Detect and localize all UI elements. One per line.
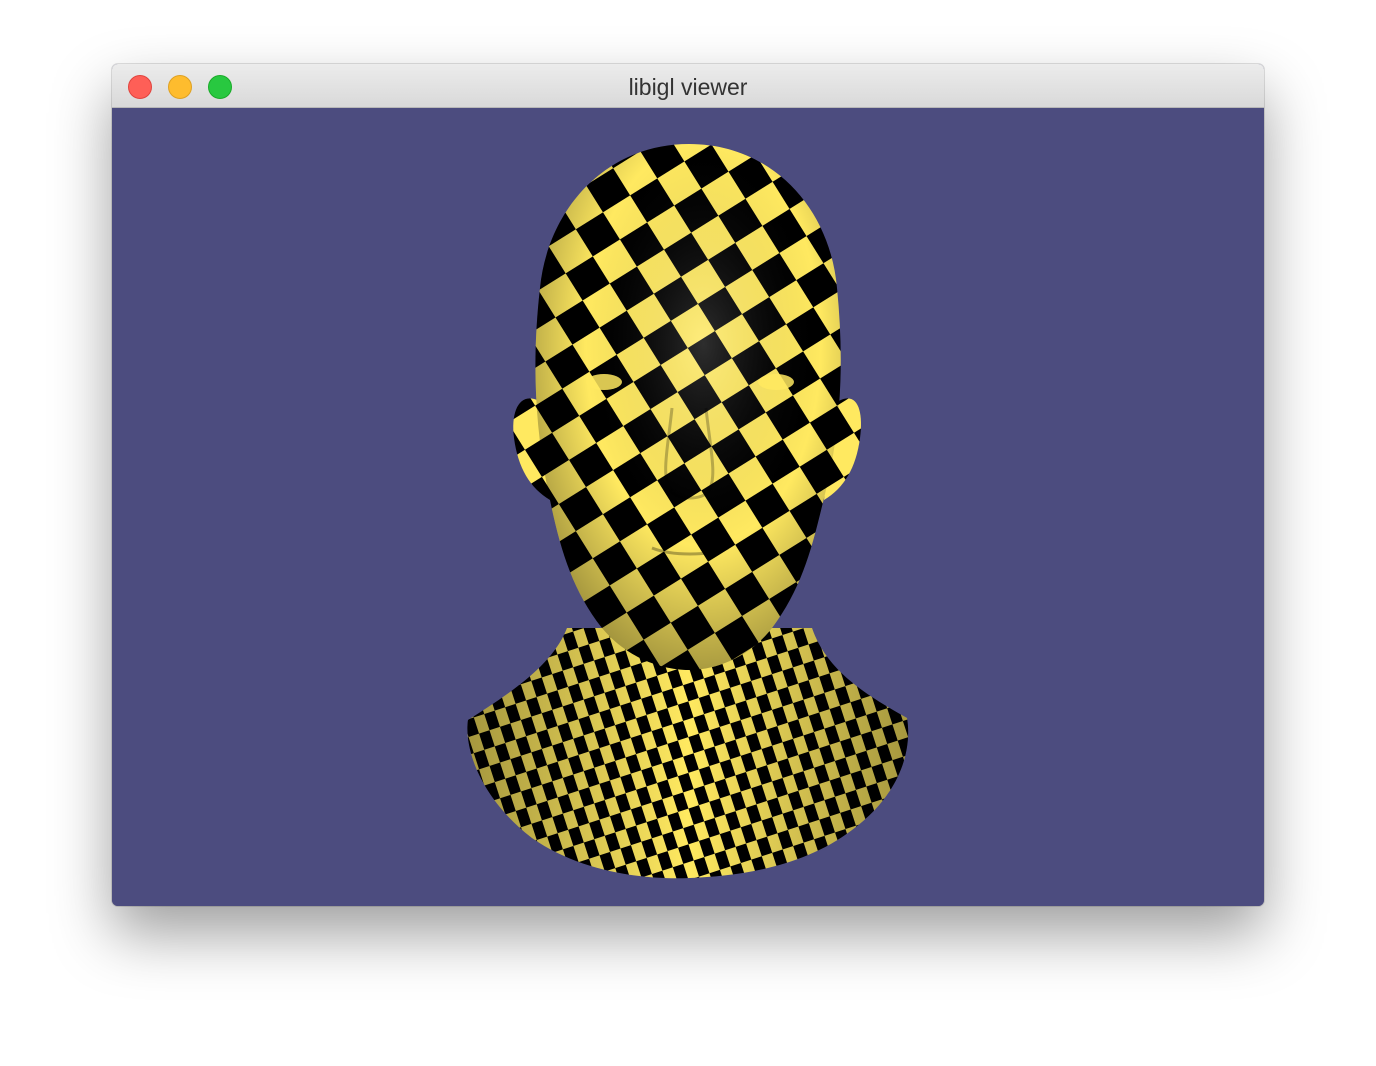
mesh-canvas[interactable] xyxy=(112,108,1264,906)
mesh-head-shading xyxy=(535,144,841,670)
title-bar[interactable]: libigl viewer xyxy=(112,64,1264,108)
viewer-window: libigl viewer xyxy=(112,64,1264,906)
mesh-left-eye xyxy=(586,374,622,390)
3d-viewport[interactable] xyxy=(112,108,1264,906)
mesh-right-eye xyxy=(758,374,794,390)
window-title: libigl viewer xyxy=(628,74,748,100)
